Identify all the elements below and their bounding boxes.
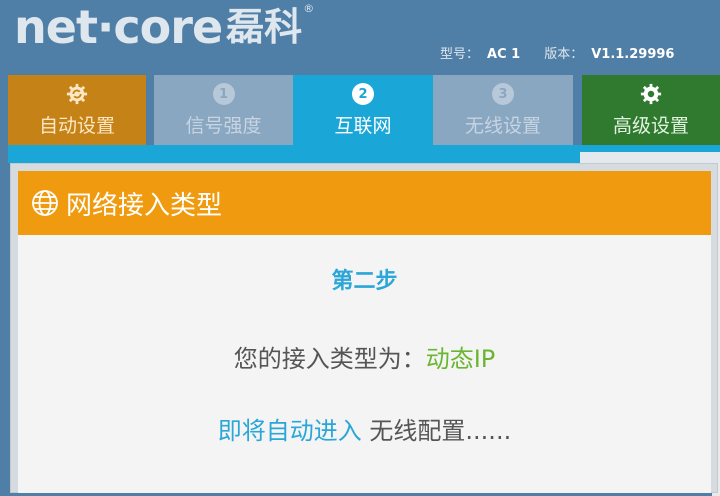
registered-mark: ®	[303, 2, 315, 15]
gear-icon	[640, 83, 662, 105]
content-edge	[580, 152, 720, 163]
device-info: 型号： AC 1 版本： V1.1.29996	[440, 43, 698, 62]
dialog-title: 网络接入类型	[66, 190, 223, 221]
tab-signal-strength-label: 信号强度	[185, 115, 262, 137]
model-value: AC 1	[487, 47, 521, 62]
step-1-badge: 1	[212, 83, 235, 105]
access-type-dialog: 网络接入类型 第二步 您的接入类型为：动态IP 即将自动进入 无线配置.....…	[10, 163, 718, 493]
gear-sync-icon	[66, 83, 88, 105]
access-type-value: 动态IP	[425, 345, 496, 373]
header: net·core 磊科 ® 型号： AC 1 版本： V1.1.29996	[0, 0, 720, 74]
step-3-badge: 3	[492, 83, 514, 105]
tab-internet[interactable]: 2 互联网	[293, 75, 433, 145]
tab-internet-label: 互联网	[334, 115, 392, 137]
tab-wireless-setup-label: 无线设置	[464, 115, 541, 137]
dialog-header: 网络接入类型	[18, 171, 711, 235]
access-type-message: 您的接入类型为：动态IP	[18, 339, 711, 374]
logo-cn-text: 磊科	[226, 5, 303, 49]
step-indicator: 第二步	[331, 269, 398, 294]
tab-advanced-settings-label: 高级设置	[612, 115, 689, 137]
tab-auto-setup-label: 自动设置	[38, 115, 115, 137]
dialog-body: 网络接入类型 第二步 您的接入类型为：动态IP 即将自动进入 无线配置.....…	[18, 171, 711, 493]
version-label: 版本：	[544, 47, 584, 62]
tab-auto-setup[interactable]: 自动设置	[8, 75, 146, 145]
redirect-notice: 即将自动进入	[217, 417, 362, 445]
step-2-badge: 2	[352, 83, 374, 105]
logo-text: net·core	[14, 0, 223, 54]
redirect-message: 即将自动进入 无线配置......	[18, 411, 711, 446]
main-nav: 自动设置 1 信号强度 2 互联网 3 无线设置 高级设置	[0, 75, 720, 145]
tab-wireless-setup[interactable]: 3 无线设置	[433, 75, 573, 145]
netcore-logo: net·core 磊科 ®	[14, 0, 314, 54]
tab-advanced-settings[interactable]: 高级设置	[582, 75, 720, 145]
redirect-target: 无线配置......	[361, 417, 512, 445]
version-value: V1.1.29996	[591, 47, 675, 62]
globe-icon	[32, 190, 58, 216]
access-type-prefix: 您的接入类型为：	[233, 345, 426, 373]
tab-signal-strength[interactable]: 1 信号强度	[154, 75, 293, 145]
model-label: 型号：	[440, 47, 480, 62]
